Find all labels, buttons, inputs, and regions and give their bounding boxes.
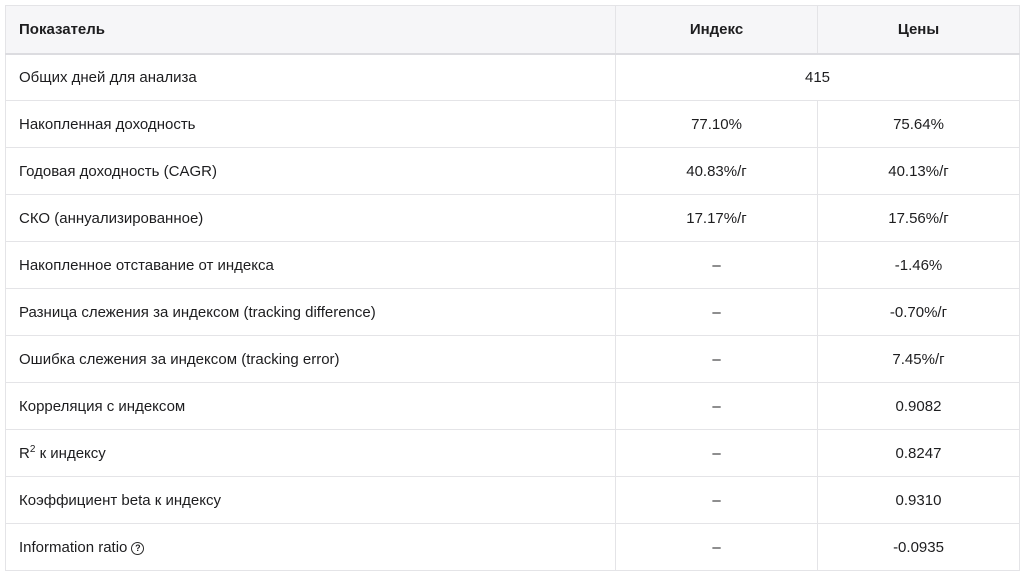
prices-value: 0.9310 bbox=[817, 476, 1020, 524]
index-value: – bbox=[615, 523, 818, 571]
index-value: – bbox=[615, 288, 818, 336]
prices-value: 40.13%/г bbox=[817, 147, 1020, 195]
index-value: – bbox=[615, 429, 818, 477]
days-value: 415 bbox=[615, 53, 1020, 101]
index-value: 77.10% bbox=[615, 100, 818, 148]
prices-value: 75.64% bbox=[817, 100, 1020, 148]
prices-value: 0.8247 bbox=[817, 429, 1020, 477]
row-label: СКО (аннуализированное) bbox=[5, 194, 616, 242]
header-row: Показатель Индекс Цены bbox=[5, 5, 1020, 55]
row-label: Разница слежения за индексом (tracking d… bbox=[5, 288, 616, 336]
row-label-r-squared: R2 к индексу bbox=[5, 429, 616, 477]
table-row: R2 к индексу – 0.8247 bbox=[5, 429, 1020, 477]
prices-value: 0.9082 bbox=[817, 382, 1020, 430]
table-row: Information ratio? – -0.0935 bbox=[5, 523, 1020, 571]
row-label: Коэффициент beta к индексу bbox=[5, 476, 616, 524]
row-label: Накопленная доходность bbox=[5, 100, 616, 148]
row-label: Information ratio bbox=[19, 538, 128, 556]
table-row: Ошибка слежения за индексом (tracking er… bbox=[5, 335, 1020, 383]
table-row-days: Общих дней для анализа 415 bbox=[5, 53, 1020, 101]
prices-value: 7.45%/г bbox=[817, 335, 1020, 383]
prices-value: -0.0935 bbox=[817, 523, 1020, 571]
column-header-metric: Показатель bbox=[5, 5, 616, 55]
row-label: Накопленное отставание от индекса bbox=[5, 241, 616, 289]
page: Показатель Индекс Цены Общих дней для ан… bbox=[0, 0, 1024, 588]
table-row: Коэффициент beta к индексу – 0.9310 bbox=[5, 476, 1020, 524]
question-circle-icon[interactable]: ? bbox=[131, 541, 145, 555]
prices-value: 17.56%/г bbox=[817, 194, 1020, 242]
row-label: Ошибка слежения за индексом (tracking er… bbox=[5, 335, 616, 383]
row-label: Корреляция с индексом bbox=[5, 382, 616, 430]
table-row: Накопленное отставание от индекса – -1.4… bbox=[5, 241, 1020, 289]
table-header: Показатель Индекс Цены bbox=[5, 5, 1020, 55]
prices-value: -1.46% bbox=[817, 241, 1020, 289]
metrics-table: Показатель Индекс Цены Общих дней для ан… bbox=[5, 5, 1020, 571]
column-header-index: Индекс bbox=[615, 5, 818, 55]
table-row: Корреляция с индексом – 0.9082 bbox=[5, 382, 1020, 430]
row-label-information-ratio: Information ratio? bbox=[5, 523, 616, 571]
index-value: – bbox=[615, 476, 818, 524]
index-value: – bbox=[615, 382, 818, 430]
row-label: Общих дней для анализа bbox=[5, 53, 616, 101]
index-value: – bbox=[615, 335, 818, 383]
prices-value: -0.70%/г bbox=[817, 288, 1020, 336]
table-row: Годовая доходность (CAGR) 40.83%/г 40.13… bbox=[5, 147, 1020, 195]
r-squared-rest: к индексу bbox=[35, 444, 106, 462]
index-value: 40.83%/г bbox=[615, 147, 818, 195]
index-value: – bbox=[615, 241, 818, 289]
r-squared-base: R bbox=[19, 444, 30, 462]
index-value: 17.17%/г bbox=[615, 194, 818, 242]
table-row: СКО (аннуализированное) 17.17%/г 17.56%/… bbox=[5, 194, 1020, 242]
column-header-prices: Цены bbox=[817, 5, 1020, 55]
table-row: Разница слежения за индексом (tracking d… bbox=[5, 288, 1020, 336]
row-label: Годовая доходность (CAGR) bbox=[5, 147, 616, 195]
table-body: Общих дней для анализа 415 Накопленная д… bbox=[5, 53, 1020, 571]
table-row: Накопленная доходность 77.10% 75.64% bbox=[5, 100, 1020, 148]
